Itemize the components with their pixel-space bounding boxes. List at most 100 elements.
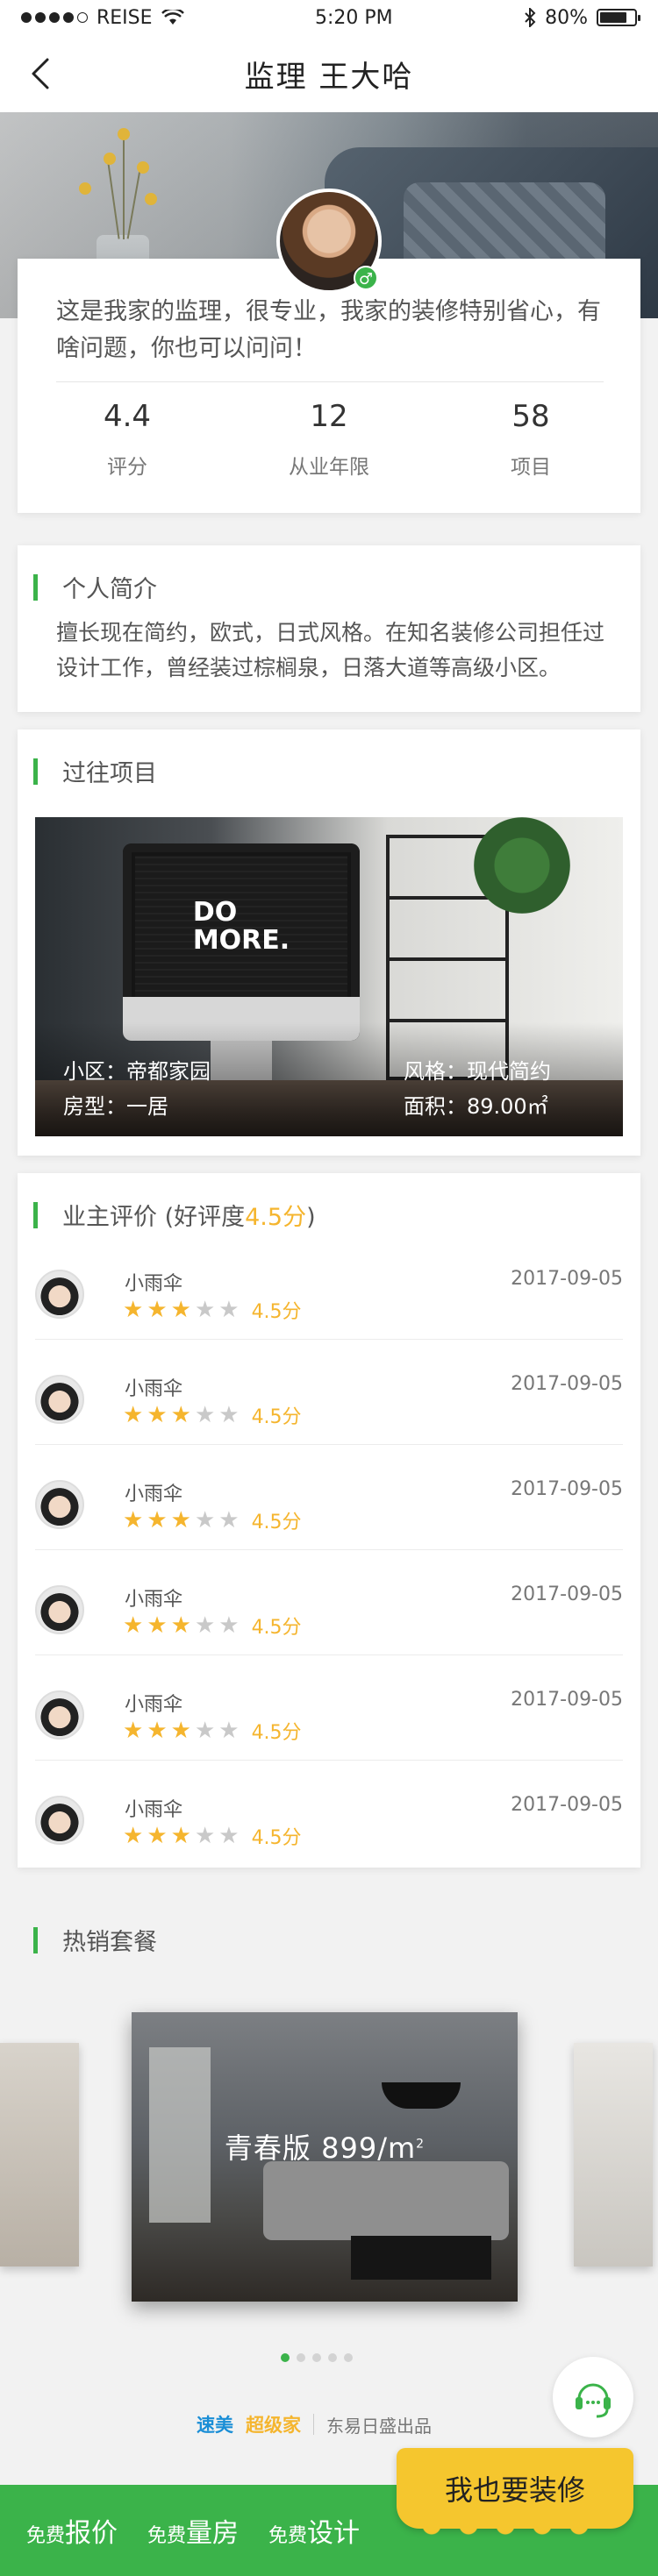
star-icon: ★ [194,1718,216,1744]
section-header: 个人简介 [33,570,157,604]
free-design-button[interactable]: 免费设计 [268,2511,360,2550]
review-date: 2017-09-05 [511,1794,623,1816]
package-slide-prev[interactable] [0,2043,79,2266]
bb-prefix: 免费 [147,2525,187,2547]
package-slide-next[interactable] [574,2043,653,2266]
projects-card: 过往项目 DO MORE. 小区：帝都家园 房型：一居 风格：现代简约 面积：8… [18,729,640,1156]
pagination-dot[interactable] [344,2353,353,2362]
package-slide-main[interactable]: 青春版 899/m2 [132,2012,518,2302]
review-item: 小雨伞 2017-09-05 ★ ★ ★ ★ ★ 4.5分 [35,1761,623,1866]
project-style: 风格：现代简约 [404,1059,551,1084]
profile-bio: 这是我家的监理，很专业，我家的装修特别省心，有啥问题，你也可以问问！ [56,298,601,362]
intro-card: 个人简介 擅长现在简约，欧式，日式风格。在知名装修公司担任过设计工作，曾经装过棕… [18,545,640,712]
bb-big: 报价 [65,2518,118,2549]
star-icon: ★ [194,1507,216,1534]
star-icon: ★ [170,1507,191,1534]
project-room-type: 房型：一居 [63,1094,168,1119]
review-date: 2017-09-05 [511,1268,623,1290]
bb-big: 量房 [186,2518,240,2549]
brand-name-b: 超级家 [246,2415,301,2436]
star-icon: ★ [218,1507,240,1534]
battery-icon [596,9,640,26]
pagination-dot[interactable] [281,2353,290,2362]
battery-fill [599,12,627,23]
star-icon: ★ [194,1297,216,1323]
free-measure-button[interactable]: 免费量房 [147,2511,239,2550]
stat-value: 4.4 [103,399,152,434]
star-rating: ★ ★ ★ ★ ★ 4.5分 [123,1296,302,1324]
star-icon: ★ [123,1718,144,1744]
star-icon: ★ [147,1718,168,1744]
package-name: 青春版 [224,2131,311,2165]
star-rating: ★ ★ ★ ★ ★ 4.5分 [123,1822,302,1850]
section-title: 业主评价 (好评度4.5分) [62,1198,316,1232]
star-icon: ★ [218,1297,240,1323]
reviewer-avatar [35,1270,84,1319]
package-unit: /m [377,2131,417,2165]
star-icon: ★ [170,1402,191,1428]
brand-footer: 速美 超级家 东易日盛出品 [197,2411,432,2437]
customer-service-button[interactable] [553,2357,633,2437]
reviews-title-score: 4.5分 [245,1204,307,1231]
star-icon: ★ [170,1718,191,1744]
pagination-dot[interactable] [328,2353,337,2362]
reviews-title-prefix: 业主评价 (好评度 [62,1204,246,1231]
review-score: 4.5分 [251,1301,302,1323]
pagination-dot[interactable] [297,2353,305,2362]
carousel-pagination[interactable] [281,2353,353,2362]
reviewer-avatar [35,1375,84,1424]
review-score: 4.5分 [251,1512,302,1534]
star-icon: ★ [194,1612,216,1639]
section-accent-bar [33,1201,38,1228]
review-date: 2017-09-05 [511,1689,623,1711]
status-left: REISE [21,7,184,29]
renovate-cta-button[interactable]: 我也要装修 [397,2448,633,2544]
wifi-icon [161,10,184,25]
free-quote-button[interactable]: 免费报价 [26,2511,118,2550]
bb-prefix: 免费 [26,2525,66,2547]
section-title: 个人简介 [62,576,157,603]
reviewer-name: 小雨伞 [125,1589,183,1611]
bluetooth-icon [525,8,536,27]
supervisor-avatar-wrap[interactable]: ♂ [276,189,382,294]
review-date: 2017-09-05 [511,1583,623,1605]
project-photo[interactable]: DO MORE. 小区：帝都家园 房型：一居 风格：现代简约 面积：89.00㎡ [35,817,623,1136]
screen-text: MORE. [192,924,290,956]
package-carousel[interactable]: 青春版 899/m2 [0,1973,658,2323]
carrier-label: REISE [97,6,153,29]
star-icon: ★ [170,1297,191,1323]
review-score: 4.5分 [251,1827,302,1849]
reviewer-avatar [35,1690,84,1740]
stat-label: 项目 [511,456,551,479]
review-score: 4.5分 [251,1722,302,1744]
back-arrow-icon[interactable] [21,53,63,95]
star-icon: ★ [147,1297,168,1323]
section-accent-bar [33,1926,38,1953]
male-gender-icon: ♂ [354,266,378,290]
review-item: 小雨伞 2017-09-05 ★ ★ ★ ★ ★ 4.5分 [35,1445,623,1550]
star-icon: ★ [170,1823,191,1849]
reviewer-avatar [35,1585,84,1634]
intro-text: 擅长现在简约，欧式，日式风格。在知名装修公司担任过设计工作，曾经装过棕榈泉，日落… [56,620,605,680]
signal-icon [21,12,88,23]
headset-icon [576,2383,611,2418]
star-icon: ★ [123,1297,144,1323]
package-label: 青春版 899/m2 [132,2126,518,2167]
section-accent-bar [33,573,38,601]
stat-label: 从业年限 [289,456,369,479]
star-rating: ★ ★ ★ ★ ★ 4.5分 [123,1401,302,1429]
review-item: 小雨伞 2017-09-05 ★ ★ ★ ★ ★ 4.5分 [35,1340,623,1445]
review-item: 小雨伞 2017-09-05 ★ ★ ★ ★ ★ 4.5分 [35,1655,623,1761]
stat-projects: 58 项目 [443,399,619,480]
pagination-dot[interactable] [312,2353,321,2362]
monitor-image: DO MORE. [123,843,360,1041]
review-score: 4.5分 [251,1406,302,1428]
status-bar: REISE 5:20 PM 80% [0,0,658,35]
reviewer-name: 小雨伞 [125,1378,183,1400]
star-icon: ★ [147,1823,168,1849]
status-right: 80% [524,7,640,29]
stat-rating: 4.4 评分 [39,399,215,480]
star-icon: ★ [123,1507,144,1534]
page-title: 监理 王大哈 [244,59,414,95]
star-rating: ★ ★ ★ ★ ★ 4.5分 [123,1506,302,1534]
